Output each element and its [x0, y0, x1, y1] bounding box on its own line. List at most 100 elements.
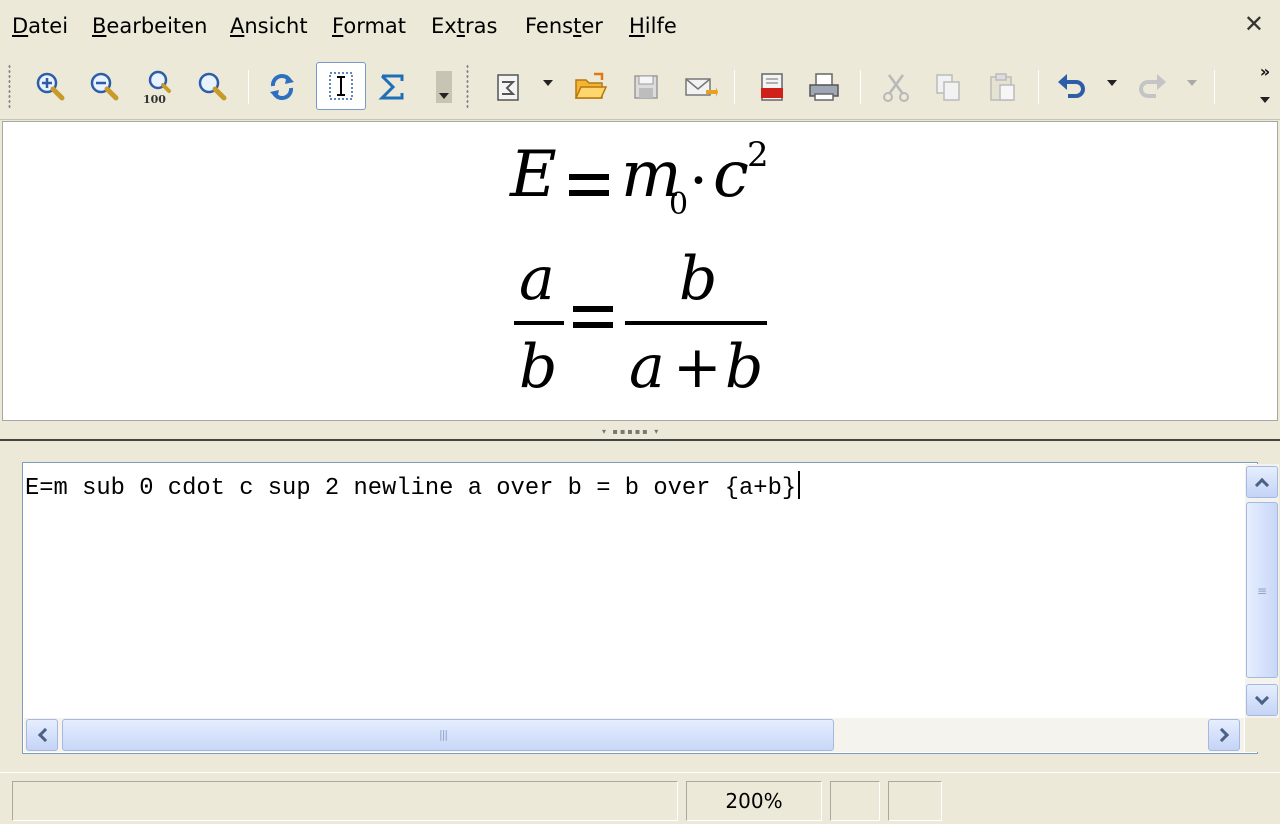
- load-template-dropdown[interactable]: [543, 80, 553, 86]
- horizontal-scrollbar[interactable]: |||: [24, 718, 1244, 752]
- scroll-up-button[interactable]: [1246, 466, 1278, 498]
- text-caret: [798, 471, 801, 499]
- formula-subscript-0: 0: [669, 187, 689, 222]
- formula-equals-2: [573, 306, 613, 328]
- menu-fenster-pre: Fens: [525, 14, 574, 38]
- open-button[interactable]: [570, 66, 610, 108]
- paste-icon: [990, 73, 1015, 101]
- chevron-down-icon: [1254, 690, 1270, 705]
- zoom-out-button[interactable]: [84, 66, 124, 108]
- formula-cursor-icon: [329, 72, 353, 100]
- menu-format[interactable]: Format: [332, 13, 406, 39]
- toolbar-separator: [248, 70, 249, 104]
- menu-hilfe[interactable]: Hilfe: [629, 13, 677, 39]
- load-template-button[interactable]: [488, 66, 528, 108]
- copy-button[interactable]: [928, 66, 968, 108]
- print-icon: [809, 73, 839, 101]
- menu-format-mnemonic: F: [332, 14, 344, 38]
- export-pdf-icon: [761, 73, 783, 101]
- chevron-double-right-icon: »: [1259, 62, 1271, 81]
- undo-dropdown[interactable]: [1107, 80, 1117, 86]
- menu-ansicht-mnemonic: A: [230, 14, 245, 38]
- email-button[interactable]: [680, 66, 720, 108]
- show-all-button[interactable]: [192, 66, 232, 108]
- save-icon: [634, 75, 658, 99]
- show-all-icon: [198, 72, 227, 101]
- print-button[interactable]: [804, 66, 844, 108]
- menu-bar: Datei Bearbeiten Ansicht Format Extras F…: [0, 0, 1280, 52]
- formula-denominator-b: b: [519, 332, 558, 402]
- toolbar-1-overflow[interactable]: [432, 66, 456, 108]
- menu-bearbeiten-rest: earbeiten: [106, 14, 208, 38]
- zoom-in-button[interactable]: [30, 66, 70, 108]
- formula-denominator-a: a: [629, 332, 665, 402]
- menu-hilfe-mnemonic: H: [629, 14, 645, 38]
- overflow-down-icon: [436, 71, 452, 103]
- menu-ansicht[interactable]: Ansicht: [230, 13, 308, 39]
- pane-splitter[interactable]: ▾ ▪▪▪▪▪ ▾: [0, 421, 1280, 441]
- zoom-100-label: 100: [143, 93, 166, 105]
- undo-icon: [1058, 74, 1085, 98]
- scrollbar-corner: [1245, 718, 1279, 752]
- menu-extras[interactable]: Extras: [431, 13, 497, 39]
- menu-bearbeiten[interactable]: Bearbeiten: [92, 13, 207, 39]
- formula-cursor-button[interactable]: [316, 62, 366, 110]
- thumb-grip-icon: ≡: [1257, 584, 1268, 598]
- paste-button[interactable]: [982, 66, 1022, 108]
- symbols-button[interactable]: [372, 66, 412, 108]
- redo-button[interactable]: [1132, 66, 1172, 108]
- command-editor-text[interactable]: E=m sub 0 cdot c sup 2 newline a over b …: [25, 471, 801, 504]
- status-cell-4: [888, 781, 942, 821]
- menu-fenster[interactable]: Fenster: [525, 13, 603, 39]
- status-cell-3: [830, 781, 880, 821]
- menu-datei-mnemonic: D: [12, 14, 29, 38]
- formula-plus: +: [673, 333, 722, 401]
- menu-extras-rest: ras: [464, 14, 498, 38]
- export-pdf-button[interactable]: [752, 66, 792, 108]
- redo-dropdown[interactable]: [1187, 80, 1197, 86]
- menu-extras-mnemonic: t: [456, 14, 465, 38]
- horizontal-scroll-thumb[interactable]: |||: [62, 719, 834, 751]
- formula-preview[interactable]: E m 0 · c 2 a b b a + b: [2, 121, 1278, 421]
- toolbar-grip-1[interactable]: [8, 64, 11, 110]
- close-document-icon[interactable]: ✕: [1244, 10, 1264, 38]
- copy-icon: [936, 74, 960, 101]
- email-icon: [685, 78, 718, 97]
- scroll-down-button[interactable]: [1246, 684, 1278, 716]
- vertical-scrollbar[interactable]: ≡: [1245, 464, 1279, 718]
- status-zoom[interactable]: 200%: [686, 781, 822, 821]
- save-button[interactable]: [626, 66, 666, 108]
- scroll-right-button[interactable]: [1208, 719, 1240, 751]
- menu-datei[interactable]: Datei: [12, 13, 68, 39]
- fraction-bar-right: [625, 321, 767, 325]
- chevron-left-icon: [37, 727, 52, 743]
- scroll-left-button[interactable]: [26, 719, 58, 751]
- command-editor[interactable]: E=m sub 0 cdot c sup 2 newline a over b …: [22, 462, 1279, 754]
- vertical-scroll-thumb[interactable]: ≡: [1246, 502, 1278, 678]
- toolbar-separator: [1038, 70, 1039, 104]
- splitter-grip-icon: ▾ ▪▪▪▪▪ ▾: [602, 427, 661, 436]
- formula-denominator-b2: b: [725, 332, 764, 402]
- toolbar-separator: [1214, 70, 1215, 104]
- menu-hilfe-rest: ilfe: [644, 14, 677, 38]
- menu-extras-pre: Ex: [431, 14, 457, 38]
- toolbar: 100 »: [0, 52, 1280, 120]
- undo-button[interactable]: [1052, 66, 1092, 108]
- toolbar-separator: [860, 70, 861, 104]
- cut-icon: [883, 74, 909, 102]
- toolbar-separator: [734, 70, 735, 104]
- cut-button[interactable]: [876, 66, 916, 108]
- formula-equals-1: [569, 174, 609, 196]
- zoom-100-button[interactable]: 100: [138, 66, 178, 108]
- thumb-grip-icon: |||: [439, 728, 448, 741]
- zoom-100-icon: 100: [143, 70, 171, 105]
- status-message: [12, 781, 678, 821]
- menu-datei-rest: atei: [28, 14, 69, 38]
- toolbar-grip-2[interactable]: [466, 64, 469, 110]
- open-icon: [574, 72, 608, 99]
- load-template-icon: [497, 74, 519, 101]
- symbols-icon: [378, 74, 404, 100]
- update-button[interactable]: [262, 66, 302, 108]
- toolbar-2-overflow[interactable]: »: [1254, 62, 1276, 112]
- chevron-up-icon: [1254, 477, 1270, 492]
